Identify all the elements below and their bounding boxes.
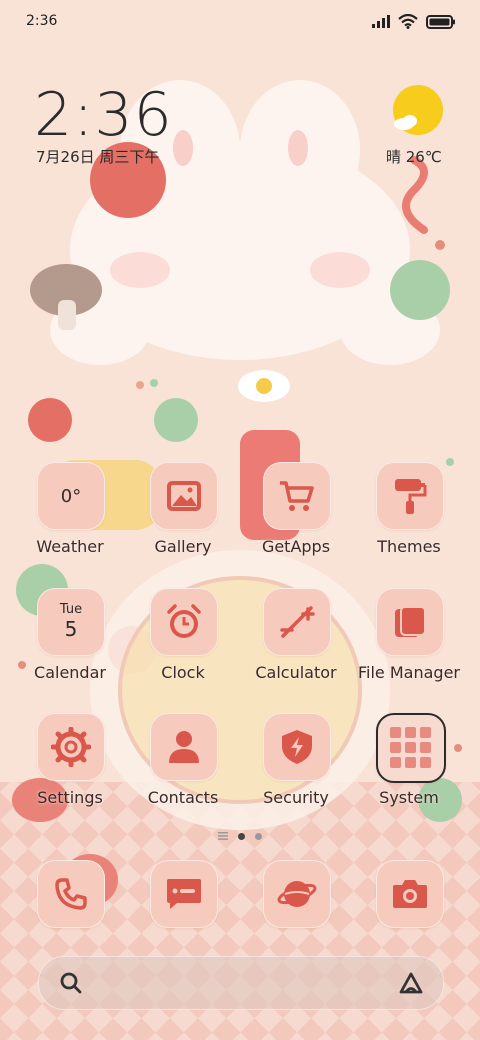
folder-icon bbox=[395, 606, 426, 637]
app-label: Calendar bbox=[34, 663, 106, 682]
app-label: File Manager bbox=[358, 663, 460, 682]
app-file-manager[interactable]: File Manager bbox=[354, 588, 464, 698]
widget-clock[interactable]: 2:36 bbox=[34, 80, 173, 150]
app-weather[interactable]: 0° Weather bbox=[15, 462, 125, 572]
assistant-icon[interactable] bbox=[397, 971, 425, 995]
page-indicator[interactable] bbox=[200, 830, 280, 842]
weather-temp: 0° bbox=[60, 485, 82, 507]
planet-icon bbox=[277, 881, 317, 907]
sun-icon[interactable] bbox=[392, 84, 444, 136]
calendar-icon: Tue 5 bbox=[37, 588, 105, 656]
search-bar[interactable] bbox=[38, 956, 444, 1010]
wifi-icon bbox=[398, 14, 418, 29]
widget-date[interactable]: 7月26日 周三下午 bbox=[36, 146, 159, 167]
app-system-folder[interactable]: System bbox=[354, 713, 464, 823]
dock-phone[interactable] bbox=[15, 860, 125, 970]
app-label: Weather bbox=[36, 537, 104, 556]
dock-browser[interactable] bbox=[241, 860, 351, 970]
phone-icon bbox=[55, 878, 87, 910]
page-dot-active bbox=[238, 832, 245, 840]
app-settings[interactable]: Settings bbox=[15, 713, 125, 823]
folder-grid-icon bbox=[390, 727, 431, 768]
app-getapps[interactable]: GetApps bbox=[241, 462, 351, 572]
dock-messages[interactable] bbox=[128, 860, 238, 970]
app-label: Security bbox=[263, 788, 329, 807]
search-icon[interactable] bbox=[59, 971, 83, 995]
app-label: Settings bbox=[37, 788, 103, 807]
shield-icon bbox=[282, 730, 312, 764]
calculator-icon bbox=[280, 606, 315, 638]
battery-icon bbox=[426, 14, 455, 29]
status-bar: 2:36 bbox=[0, 10, 480, 34]
person-icon bbox=[169, 731, 199, 763]
paint-roller-icon bbox=[395, 479, 427, 514]
app-calendar[interactable]: Tue 5 Calendar bbox=[15, 588, 125, 698]
app-gallery[interactable]: Gallery bbox=[128, 462, 238, 572]
cart-icon bbox=[280, 481, 314, 511]
app-label: Calculator bbox=[255, 663, 337, 682]
signal-icon bbox=[372, 15, 390, 28]
app-clock[interactable]: Clock bbox=[128, 588, 238, 698]
app-calculator[interactable]: Calculator bbox=[241, 588, 351, 698]
app-label: Gallery bbox=[154, 537, 212, 556]
alarm-clock-icon bbox=[167, 604, 201, 638]
gear-icon bbox=[51, 727, 91, 767]
message-icon bbox=[167, 879, 201, 909]
calendar-date: 5 bbox=[64, 617, 78, 641]
app-contacts[interactable]: Contacts bbox=[128, 713, 238, 823]
app-security[interactable]: Security bbox=[241, 713, 351, 823]
app-label: GetApps bbox=[261, 537, 331, 556]
weather-icon: 0° bbox=[37, 462, 105, 530]
camera-icon bbox=[393, 880, 427, 908]
app-label: Themes bbox=[377, 537, 441, 556]
gallery-icon bbox=[167, 481, 201, 511]
app-label: Clock bbox=[161, 663, 205, 682]
app-label: Contacts bbox=[147, 788, 219, 807]
dock-camera[interactable] bbox=[354, 860, 464, 970]
page-dot bbox=[255, 832, 262, 840]
status-time: 2:36 bbox=[26, 13, 58, 29]
calendar-day: Tue bbox=[59, 602, 83, 617]
app-label: System bbox=[379, 788, 439, 807]
widget-weather[interactable]: 晴 26℃ bbox=[386, 146, 442, 167]
app-themes[interactable]: Themes bbox=[354, 462, 464, 572]
list-icon bbox=[218, 832, 228, 840]
